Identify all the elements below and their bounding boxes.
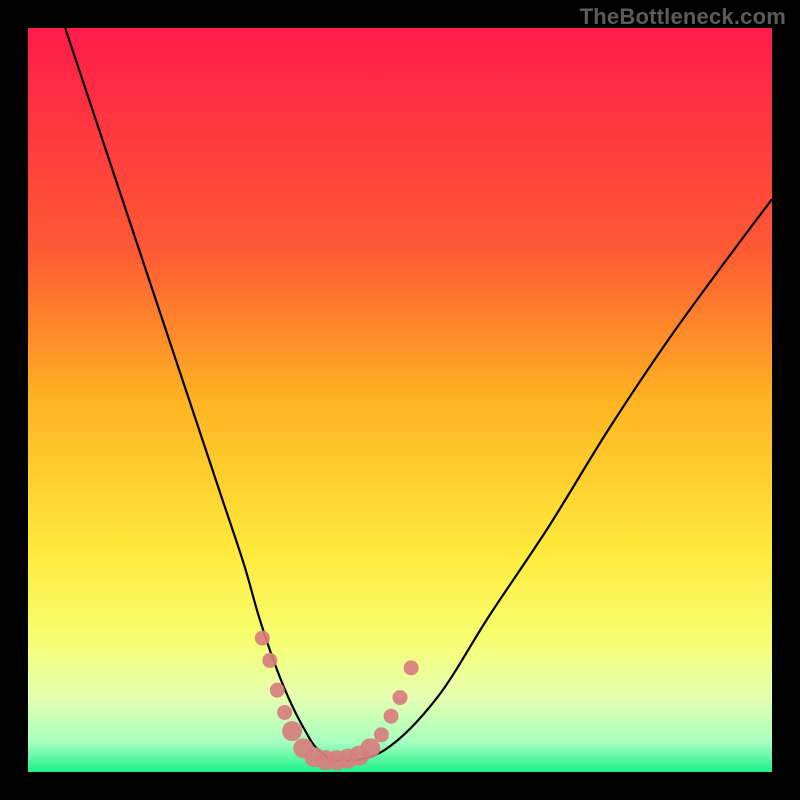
marker-dot [393,690,408,705]
marker-dot [360,738,380,758]
marker-dot [282,721,302,741]
marker-dot [255,631,270,646]
marker-dot [277,705,292,720]
marker-dot [270,683,285,698]
marker-dot [262,653,277,668]
plot-area [28,28,772,772]
marker-dot [374,727,389,742]
marker-dot [384,709,399,724]
highlighted-markers [28,28,772,772]
watermark-text: TheBottleneck.com [580,4,786,30]
chart-container: TheBottleneck.com [0,0,800,800]
marker-dot [404,660,419,675]
